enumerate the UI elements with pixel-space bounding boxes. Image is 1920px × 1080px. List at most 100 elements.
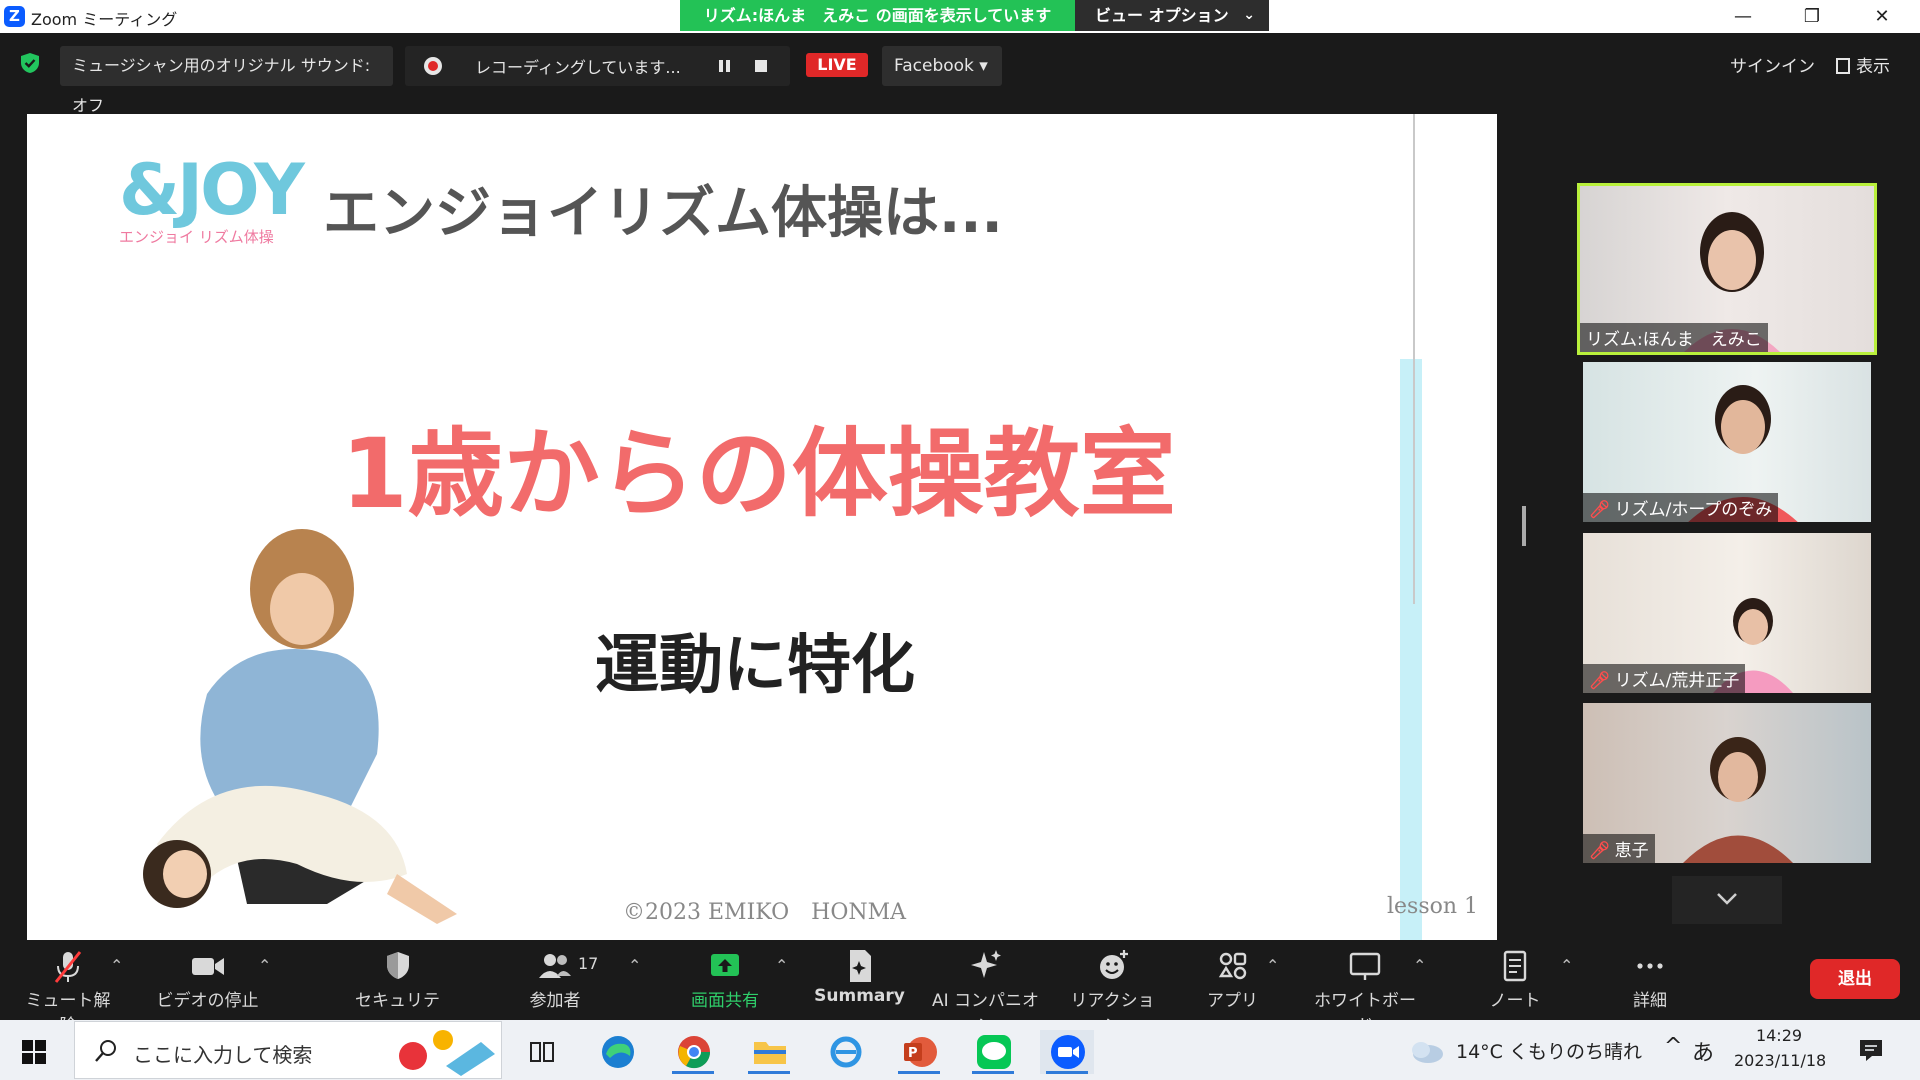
signin-button[interactable]: サインイン bbox=[1730, 52, 1815, 77]
gymnastics-photo bbox=[143, 529, 457, 924]
zoom-app-icon bbox=[1051, 1035, 1085, 1069]
taskbar-file-explorer[interactable] bbox=[742, 1030, 796, 1074]
whiteboard-icon bbox=[1349, 952, 1381, 980]
more-dots-icon bbox=[1637, 963, 1663, 969]
summary-button[interactable]: Summary bbox=[812, 946, 907, 1006]
app-running-indicator bbox=[1046, 1071, 1088, 1074]
slide-subheading: 運動に特化 bbox=[595, 629, 915, 703]
encryption-shield-icon[interactable] bbox=[20, 52, 40, 74]
scroll-down-button[interactable] bbox=[1672, 876, 1782, 924]
view-options-label: ビュー オプション bbox=[1095, 6, 1229, 25]
stop-video-button[interactable]: ビデオの停止 bbox=[155, 946, 260, 1011]
layout-icon bbox=[1836, 58, 1850, 74]
apps-button[interactable]: アプリ bbox=[1200, 946, 1265, 1011]
ai-sparkle-icon bbox=[970, 950, 1001, 978]
livestream-dropdown[interactable]: Facebook ▾ bbox=[882, 46, 1002, 86]
participant-name: 恵子 bbox=[1614, 841, 1649, 861]
slide-copyright: ©2023 EMIKO HONMA bbox=[623, 900, 907, 925]
video-camera-icon bbox=[191, 958, 224, 975]
share-options-caret[interactable]: ⌃ bbox=[775, 956, 788, 975]
close-button[interactable]: ✕ bbox=[1848, 0, 1916, 33]
record-icon bbox=[424, 57, 442, 75]
window-titlebar: Z Zoom ミーティング リズム:ほんま えみこ の画面を表示しています ビュ… bbox=[0, 0, 1920, 33]
mic-off-icon: 🎤︎ bbox=[1589, 671, 1611, 691]
notes-options-caret[interactable]: ⌃ bbox=[1560, 956, 1573, 975]
mic-muted-icon bbox=[54, 951, 82, 983]
apps-icon bbox=[1218, 952, 1246, 980]
taskbar-clock[interactable]: 14:29 2023/11/18 bbox=[1734, 1026, 1826, 1070]
apps-options-caret[interactable]: ⌃ bbox=[1266, 956, 1279, 975]
ime-indicator[interactable]: あ bbox=[1692, 1035, 1714, 1067]
security-shield-icon bbox=[386, 952, 409, 979]
taskbar-line[interactable] bbox=[966, 1030, 1020, 1074]
participant-name-tag: 🎤︎ リズム/ホープのぞみ bbox=[1583, 493, 1779, 522]
live-badge: LIVE bbox=[806, 53, 868, 77]
minimize-button[interactable]: — bbox=[1709, 0, 1777, 33]
video-options-caret[interactable]: ⌃ bbox=[258, 956, 271, 975]
svg-text:P: P bbox=[908, 1046, 918, 1061]
task-view-icon bbox=[530, 1042, 554, 1062]
taskbar-powerpoint[interactable]: P bbox=[892, 1030, 946, 1074]
participants-options-caret[interactable]: ⌃ bbox=[628, 956, 641, 975]
weather-widget[interactable]: 14°C くもりのち晴れ bbox=[1456, 1037, 1642, 1064]
task-view-button[interactable] bbox=[515, 1030, 569, 1074]
mic-off-icon: 🎤︎ bbox=[1589, 500, 1611, 520]
window-title: Zoom ミーティング bbox=[31, 10, 178, 29]
screen-share-banner: リズム:ほんま えみこ の画面を表示しています bbox=[680, 0, 1075, 31]
maximize-button[interactable]: ❐ bbox=[1778, 0, 1846, 33]
windows-start-icon[interactable] bbox=[22, 1040, 46, 1064]
view-button[interactable]: 表示 bbox=[1836, 52, 1890, 77]
edge-browser-icon bbox=[602, 1036, 634, 1068]
panel-resize-handle[interactable] bbox=[1522, 506, 1526, 546]
participant-name-tag: 🎤︎ リズム/荒井正子 bbox=[1583, 664, 1746, 693]
taskbar-zoom[interactable] bbox=[1040, 1030, 1094, 1074]
video-tile[interactable]: 🎤︎ 恵子 bbox=[1583, 703, 1871, 863]
participant-name: リズム:ほんま えみこ bbox=[1580, 323, 1768, 352]
leave-meeting-button[interactable]: 退出 bbox=[1810, 959, 1900, 999]
slide-lesson-label: lesson 1 bbox=[1387, 894, 1479, 919]
clock-time: 14:29 bbox=[1755, 1026, 1803, 1045]
share-screen-label: 画面共有 bbox=[691, 991, 759, 1011]
notes-label: ノート bbox=[1489, 991, 1541, 1011]
original-sound-toggle[interactable]: ミュージシャン用のオリジナル サウンド: オフ bbox=[60, 46, 393, 115]
recording-control: レコーディングしています... bbox=[405, 46, 790, 86]
summary-label: Summary bbox=[814, 986, 905, 1006]
mic-off-icon: 🎤︎ bbox=[1589, 841, 1611, 861]
tray-overflow-chevron[interactable]: ^ bbox=[1664, 1034, 1682, 1059]
share-screen-icon bbox=[711, 954, 739, 976]
folder-icon bbox=[754, 1042, 786, 1064]
audio-options-caret[interactable]: ⌃ bbox=[110, 956, 123, 975]
slide-divider-line bbox=[1413, 114, 1415, 604]
app-running-indicator bbox=[748, 1071, 790, 1074]
stop-recording-button[interactable] bbox=[755, 60, 767, 72]
participant-video bbox=[1683, 737, 1793, 863]
more-label: 詳細 bbox=[1633, 991, 1667, 1011]
weather-cloudy-icon bbox=[1412, 1042, 1443, 1063]
internet-explorer-icon bbox=[830, 1036, 862, 1068]
taskbar-edge[interactable] bbox=[590, 1030, 644, 1074]
participants-label: 参加者 bbox=[529, 991, 581, 1011]
video-tile-active-speaker[interactable]: リズム:ほんま えみこ bbox=[1577, 183, 1877, 355]
notification-center-icon[interactable] bbox=[1858, 1038, 1884, 1062]
taskbar-chrome[interactable] bbox=[666, 1030, 720, 1074]
more-button[interactable]: 詳細 bbox=[1625, 946, 1675, 1011]
share-screen-button[interactable]: 画面共有 bbox=[680, 946, 770, 1011]
taskbar-search-box[interactable]: ここに入力して検索 bbox=[74, 1021, 502, 1079]
video-tile[interactable]: 🎤︎ リズム/荒井正子 bbox=[1583, 533, 1871, 693]
shared-screen-slide: &JOY エンジョイ リズム体操 エンジョイリズム体操は... 1歳からの体操教… bbox=[27, 114, 1497, 940]
slide-accent-bar bbox=[1400, 359, 1422, 940]
taskbar-internet-explorer[interactable] bbox=[818, 1030, 872, 1074]
apps-label: アプリ bbox=[1207, 991, 1258, 1011]
whiteboard-options-caret[interactable]: ⌃ bbox=[1413, 956, 1426, 975]
chrome-browser-icon bbox=[678, 1036, 711, 1069]
video-tile[interactable]: 🎤︎ リズム/ホープのぞみ bbox=[1583, 362, 1871, 522]
view-button-label: 表示 bbox=[1856, 57, 1890, 77]
pause-recording-button[interactable] bbox=[715, 56, 735, 76]
participant-name-tag: 🎤︎ 恵子 bbox=[1583, 834, 1655, 863]
notes-icon bbox=[1503, 950, 1527, 982]
app-running-indicator bbox=[898, 1071, 940, 1074]
view-options-button[interactable]: ビュー オプション ⌄ bbox=[1075, 0, 1269, 31]
search-icon bbox=[95, 1040, 116, 1062]
notes-button[interactable]: ノート bbox=[1485, 946, 1545, 1011]
app-running-indicator bbox=[672, 1071, 714, 1074]
